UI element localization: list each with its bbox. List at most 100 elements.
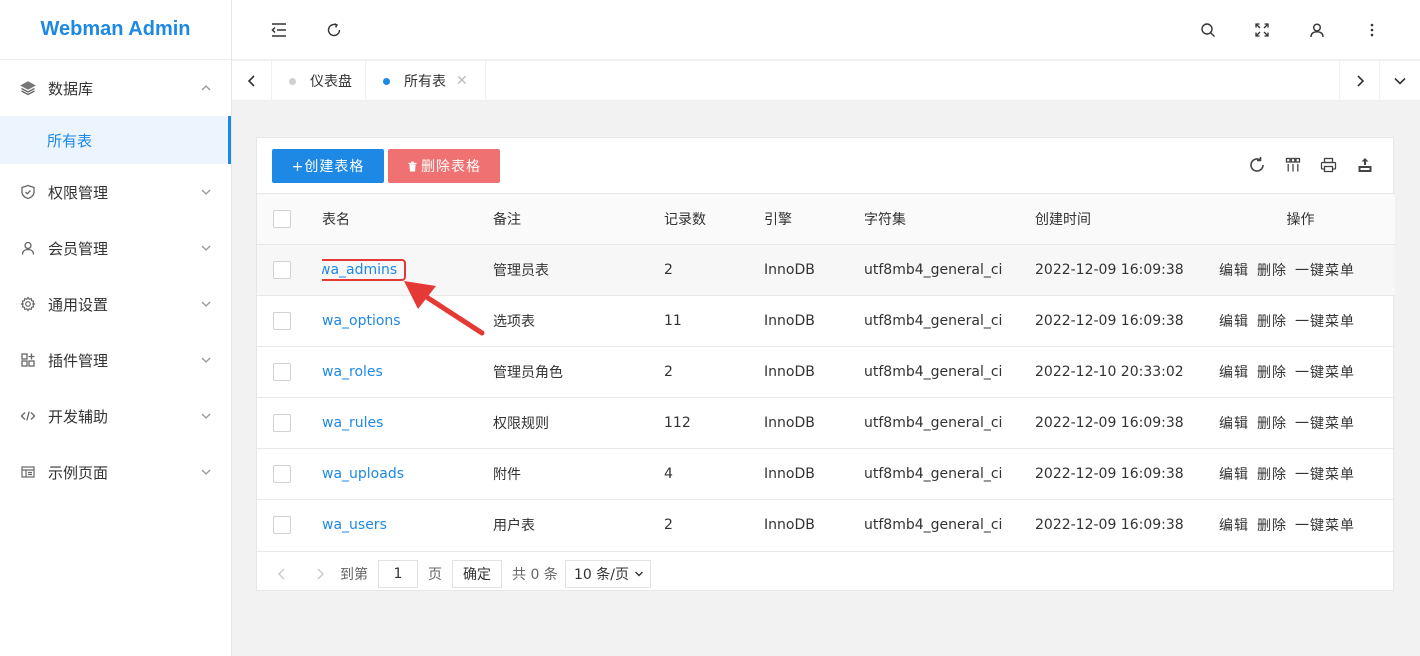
refresh-icon[interactable]: [324, 20, 344, 40]
header-checkbox-cell: [257, 193, 322, 245]
export-icon[interactable]: [1355, 155, 1375, 175]
pagination: 到第 页 确定 共 0 条 10 条/页: [257, 550, 1393, 597]
delete-table-button[interactable]: 删除表格: [388, 149, 500, 183]
one-click-menu-button[interactable]: 一键菜单: [1295, 314, 1355, 330]
delete-button[interactable]: 删除: [1257, 518, 1287, 534]
edit-button[interactable]: 编辑: [1219, 416, 1249, 432]
fullscreen-icon[interactable]: [1252, 20, 1272, 40]
tab-dropdown-button[interactable]: [1379, 61, 1419, 101]
header-charset: 字符集: [864, 193, 1035, 245]
select-all-checkbox[interactable]: [273, 210, 291, 228]
tab-bar: 仪表盘 所有表 ✕: [232, 61, 1420, 101]
trash-icon: [408, 161, 417, 171]
table-charset-cell: utf8mb4_general_ci: [864, 499, 1035, 551]
tab-scroll-left-button[interactable]: [232, 61, 272, 101]
table-name-cell: wa_rules: [322, 397, 493, 449]
table-created-cell: 2022-12-09 16:09:38: [1035, 448, 1206, 500]
table-charset-cell: utf8mb4_general_ci: [864, 346, 1035, 398]
table-name-link[interactable]: wa_admins: [322, 259, 407, 281]
sidebar-menu: 数据库 所有表 权限管理 会员管理 通用设置 插件管理 开发辅助 示例页面: [0, 60, 231, 500]
one-click-menu-button[interactable]: 一键菜单: [1295, 263, 1355, 279]
more-vertical-icon[interactable]: [1362, 20, 1382, 40]
table-engine-cell: InnoDB: [764, 244, 864, 296]
table-name-link[interactable]: wa_uploads: [322, 466, 404, 482]
goto-label: 到第: [340, 566, 368, 583]
menu-fold-icon[interactable]: [269, 20, 289, 40]
row-checkbox-cell: [257, 448, 322, 500]
delete-button[interactable]: 删除: [1257, 263, 1287, 279]
table-created-cell: 2022-12-10 20:33:02: [1035, 346, 1206, 398]
sidebar-item-database[interactable]: 数据库: [0, 60, 231, 116]
sidebar-item-settings[interactable]: 通用设置: [0, 276, 231, 332]
app-title: Webman Admin: [40, 18, 191, 40]
prev-page-button[interactable]: [277, 560, 287, 588]
edit-button[interactable]: 编辑: [1219, 467, 1249, 483]
sidebar-item-examples[interactable]: 示例页面: [0, 444, 231, 500]
next-page-button[interactable]: [315, 560, 325, 588]
tab-dashboard[interactable]: 仪表盘: [272, 61, 366, 101]
search-icon[interactable]: [1198, 20, 1218, 40]
table-row: wa_uploads 附件 4 InnoDB utf8mb4_general_c…: [257, 448, 1395, 500]
table-remark-cell: 用户表: [493, 499, 664, 551]
page-label: 页: [428, 566, 442, 583]
table-charset-cell: utf8mb4_general_ci: [864, 448, 1035, 500]
tab-all-tables[interactable]: 所有表 ✕: [366, 61, 486, 101]
row-checkbox[interactable]: [273, 465, 291, 483]
table-name-link[interactable]: wa_roles: [322, 364, 383, 380]
row-checkbox[interactable]: [273, 414, 291, 432]
row-checkbox-cell: [257, 397, 322, 449]
sidebar-item-dev-tools[interactable]: 开发辅助: [0, 388, 231, 444]
row-checkbox[interactable]: [273, 363, 291, 381]
delete-button[interactable]: 删除: [1257, 416, 1287, 432]
delete-button[interactable]: 删除: [1257, 314, 1287, 330]
table-name-cell: wa_users: [322, 499, 493, 551]
chevron-left-icon: [277, 567, 285, 580]
refresh-icon[interactable]: [1247, 155, 1267, 175]
code-icon: [20, 408, 36, 424]
table-count-cell: 2: [664, 244, 764, 296]
page-number-input[interactable]: [378, 559, 418, 588]
sidebar-item-members[interactable]: 会员管理: [0, 220, 231, 276]
table-count-cell: 2: [664, 346, 764, 398]
row-checkbox[interactable]: [273, 312, 291, 330]
row-checkbox[interactable]: [273, 261, 291, 279]
header-engine: 引擎: [764, 193, 864, 245]
create-table-button[interactable]: +创建表格: [272, 149, 384, 183]
one-click-menu-button[interactable]: 一键菜单: [1295, 518, 1355, 534]
edit-button[interactable]: 编辑: [1219, 365, 1249, 381]
table-actions-cell: 编辑 删除 一键菜单: [1206, 499, 1395, 551]
goto-confirm-button[interactable]: 确定: [452, 559, 502, 588]
table-name-link[interactable]: wa_rules: [322, 415, 383, 431]
table-name-link[interactable]: wa_options: [322, 313, 401, 329]
columns-icon[interactable]: [1283, 155, 1303, 175]
user-icon: [20, 240, 36, 256]
header-count: 记录数: [664, 193, 764, 245]
sidebar: Webman Admin 数据库 所有表 权限管理 会员管理 通用设置 插件管理…: [0, 0, 232, 656]
sidebar-item-permissions[interactable]: 权限管理: [0, 164, 231, 220]
table-created-cell: 2022-12-09 16:09:38: [1035, 499, 1206, 551]
print-icon[interactable]: [1318, 155, 1338, 175]
tab-status-dot: [289, 77, 296, 85]
row-checkbox[interactable]: [273, 516, 291, 535]
sidebar-item-label: 权限管理: [48, 183, 109, 202]
tables-card: +创建表格 删除表格 表名 备注 记录数 引擎 字符集 创建时间 操作 wa_a…: [256, 137, 1395, 591]
edit-button[interactable]: 编辑: [1219, 518, 1249, 534]
sidebar-item-plugins[interactable]: 插件管理: [0, 332, 231, 388]
one-click-menu-button[interactable]: 一键菜单: [1295, 467, 1355, 483]
delete-button[interactable]: 删除: [1257, 365, 1287, 381]
edit-button[interactable]: 编辑: [1219, 314, 1249, 330]
edit-button[interactable]: 编辑: [1219, 263, 1249, 279]
chevron-right-icon: [317, 567, 325, 580]
table-toolbar: +创建表格 删除表格: [257, 138, 1393, 193]
table-count-cell: 2: [664, 499, 764, 551]
tab-scroll-right-button[interactable]: [1339, 61, 1379, 101]
one-click-menu-button[interactable]: 一键菜单: [1295, 365, 1355, 381]
delete-button[interactable]: 删除: [1257, 467, 1287, 483]
one-click-menu-button[interactable]: 一键菜单: [1295, 416, 1355, 432]
close-icon[interactable]: ✕: [456, 73, 468, 89]
page-size-select[interactable]: 10 条/页: [565, 559, 651, 588]
table-name-link[interactable]: wa_users: [322, 517, 387, 533]
user-icon[interactable]: [1307, 20, 1327, 40]
logo[interactable]: Webman Admin: [0, 0, 231, 60]
sidebar-subitem-all-tables[interactable]: 所有表: [0, 116, 231, 164]
